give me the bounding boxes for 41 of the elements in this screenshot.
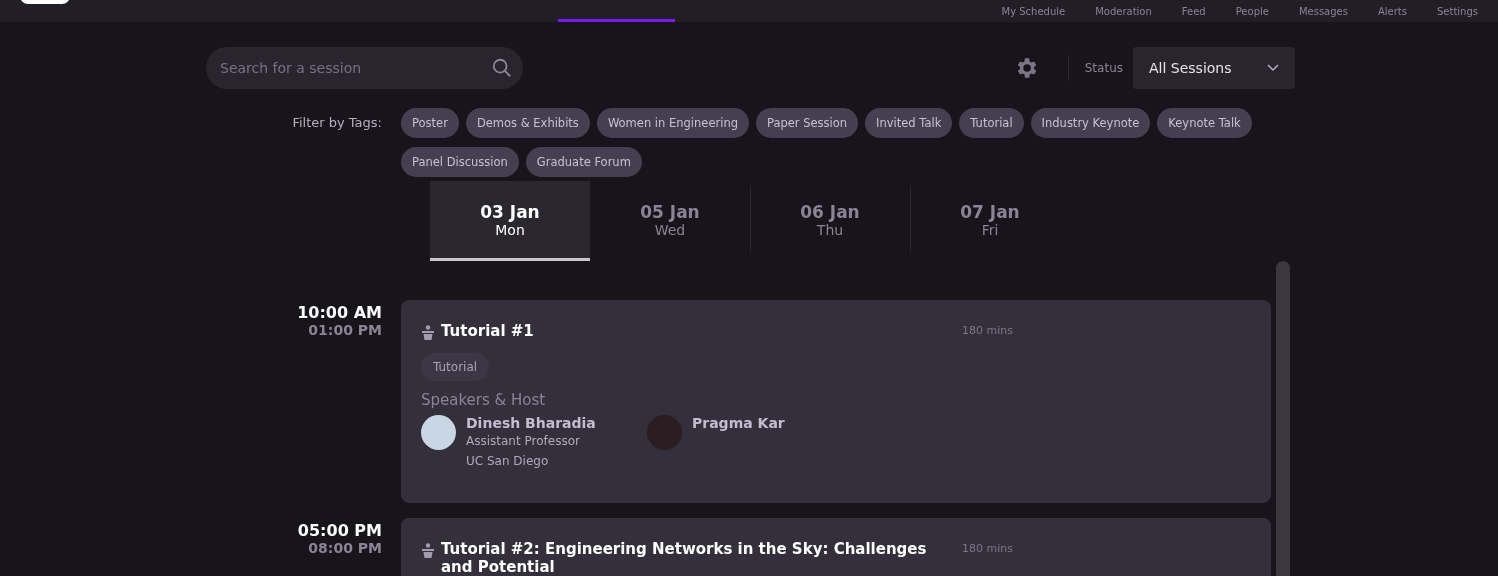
session-tag: Tutorial	[421, 353, 490, 381]
start-time: 05:00 PM	[297, 521, 382, 540]
nav-link[interactable]: Feed	[1181, 6, 1206, 22]
end-time: 08:00 PM	[308, 540, 382, 556]
session-duration: 180 mins	[962, 541, 1013, 555]
date-tab[interactable]: 06 Jan Thu	[750, 181, 910, 261]
tag-chip[interactable]: Paper Session	[755, 108, 859, 138]
end-time: 01:00 PM	[308, 322, 382, 338]
date-tab[interactable]: 05 Jan Wed	[590, 181, 750, 261]
tag-chip[interactable]: Tutorial	[959, 108, 1024, 138]
tags-label: Filter by Tags:	[291, 114, 382, 132]
nav-link[interactable]: Messages	[1298, 6, 1348, 22]
status-label: Status	[1067, 55, 1123, 81]
tag-chip[interactable]: Keynote Talk	[1157, 108, 1252, 138]
status-dropdown[interactable]: All Sessions	[1133, 47, 1295, 89]
start-time: 10:00 AM	[297, 303, 382, 322]
tag-chip[interactable]: Poster	[401, 108, 459, 138]
session-title: Tutorial #2: Engineering Networks in the Sky: Challenges and Potential	[441, 540, 928, 576]
speaker-name[interactable]: Dinesh Bharadia	[466, 415, 596, 431]
speaker-organization: UC San Diego	[466, 453, 550, 470]
nav-link[interactable]: My Schedule	[1001, 6, 1066, 22]
tag-chip[interactable]: Women in Engineering	[596, 108, 749, 138]
nav-link[interactable]: People	[1235, 6, 1269, 22]
session-duration: 180 mins	[962, 323, 1013, 337]
tag-chip[interactable]: Demos & Exhibits	[465, 108, 590, 138]
speaker-name[interactable]: Pragma Kar	[692, 415, 785, 431]
session-card[interactable]: Tutorial #1 180 mins Tutorial Speakers & Host Dinesh Bharadia Assistant Professor UC San Diego Pragma Kar	[401, 300, 1271, 503]
tag-chip[interactable]: Panel Discussion	[401, 147, 519, 177]
speaker-role: Assistant Professor	[466, 433, 581, 450]
nav-link[interactable]: Settings	[1437, 6, 1478, 22]
tag-chip[interactable]: Graduate Forum	[525, 147, 642, 177]
nav-link[interactable]: Alerts	[1377, 6, 1407, 22]
speakers-heading: Speakers & Host	[421, 391, 547, 409]
session-title: Tutorial #1	[441, 322, 535, 340]
session-card[interactable]: Tutorial #2: Engineering Networks in the Sky: Challenges and Potential 180 mins	[401, 518, 1271, 576]
tag-chip[interactable]: Invited Talk	[865, 108, 953, 138]
nav-link[interactable]: Moderation	[1095, 6, 1152, 22]
tag-chip[interactable]: Industry Keynote	[1030, 108, 1151, 138]
date-tab[interactable]: 03 Jan Mon	[430, 181, 590, 261]
search-field[interactable]: Search for a session	[206, 47, 523, 89]
date-tab[interactable]: 07 Jan Fri	[910, 181, 1070, 261]
